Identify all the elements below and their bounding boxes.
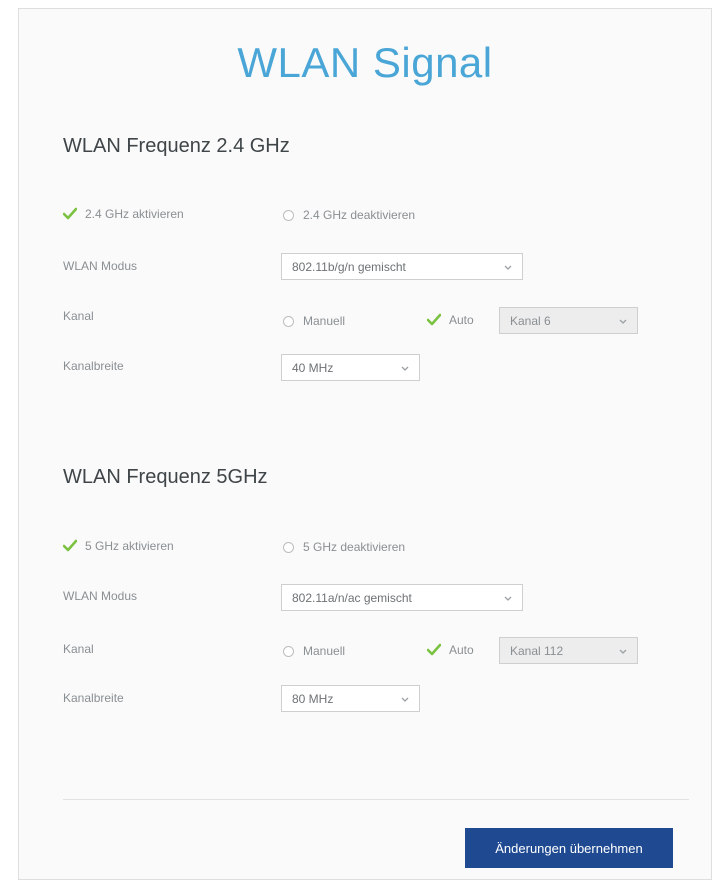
- enable-24ghz-label: 2.4 GHz aktivieren: [85, 207, 184, 221]
- channel-manual-24ghz[interactable]: Manuell: [283, 314, 345, 328]
- disable-5ghz-option[interactable]: 5 GHz deaktivieren: [283, 540, 405, 554]
- channel-manual-label-24ghz: Manuell: [303, 314, 346, 328]
- chevron-down-icon: [619, 649, 627, 654]
- mode-select-24ghz[interactable]: 802.11b/g/n gemischt: [281, 253, 523, 280]
- disable-5ghz-label: 5 GHz deaktivieren: [303, 540, 406, 554]
- section-title-5ghz: WLAN Frequenz 5GHz: [63, 466, 268, 488]
- channel-manual-5ghz[interactable]: Manuell: [283, 644, 345, 658]
- channel-label-5ghz: Kanal: [63, 642, 94, 656]
- disable-24ghz-option[interactable]: 2.4 GHz deaktivieren: [283, 208, 415, 222]
- channel-auto-label-24ghz: Auto: [449, 313, 474, 327]
- width-value-5ghz: 80 MHz: [292, 691, 334, 706]
- channel-value-5ghz: Kanal 112: [510, 643, 564, 658]
- check-icon: [63, 539, 77, 552]
- section-title-24ghz: WLAN Frequenz 2.4 GHz: [63, 135, 290, 157]
- enable-5ghz-option[interactable]: 5 GHz aktivieren: [63, 539, 174, 553]
- footer-divider: [63, 799, 689, 800]
- radio-empty-icon: [283, 645, 294, 657]
- channel-label-24ghz: Kanal: [63, 309, 94, 323]
- enable-5ghz-label: 5 GHz aktivieren: [85, 539, 174, 553]
- mode-value-24ghz: 802.11b/g/n gemischt: [292, 259, 406, 274]
- width-value-24ghz: 40 MHz: [292, 360, 334, 375]
- width-label-24ghz: Kanalbreite: [63, 359, 124, 373]
- chevron-down-icon: [619, 319, 627, 324]
- channel-select-24ghz[interactable]: Kanal 6: [499, 307, 638, 334]
- radio-empty-icon: [283, 315, 294, 327]
- channel-value-24ghz: Kanal 6: [510, 313, 551, 328]
- chevron-down-icon: [401, 697, 409, 702]
- page-title: WLAN Signal: [237, 39, 493, 86]
- check-icon: [427, 643, 441, 656]
- wlan-signal-panel: WLAN Signal WLAN Frequenz 2.4 GHz 2.4 GH…: [18, 8, 712, 880]
- mode-select-5ghz[interactable]: 802.11a/n/ac gemischt: [281, 584, 523, 611]
- apply-changes-button[interactable]: Änderungen übernehmen: [465, 828, 673, 868]
- width-select-24ghz[interactable]: 40 MHz: [281, 354, 420, 381]
- disable-24ghz-label: 2.4 GHz deaktivieren: [303, 208, 416, 222]
- mode-label-24ghz: WLAN Modus: [63, 259, 138, 273]
- channel-manual-label-5ghz: Manuell: [303, 644, 346, 658]
- mode-label-5ghz: WLAN Modus: [63, 589, 138, 603]
- radio-empty-icon: [283, 209, 294, 221]
- radio-empty-icon: [283, 541, 294, 553]
- width-select-5ghz[interactable]: 80 MHz: [281, 685, 420, 712]
- channel-auto-24ghz[interactable]: Auto: [427, 313, 474, 327]
- channel-select-5ghz[interactable]: Kanal 112: [499, 637, 638, 664]
- check-icon: [63, 207, 77, 220]
- width-label-5ghz: Kanalbreite: [63, 691, 124, 705]
- enable-24ghz-option[interactable]: 2.4 GHz aktivieren: [63, 207, 184, 221]
- channel-auto-label-5ghz: Auto: [449, 643, 474, 657]
- chevron-down-icon: [401, 366, 409, 371]
- mode-value-5ghz: 802.11a/n/ac gemischt: [292, 590, 412, 605]
- chevron-down-icon: [504, 265, 512, 270]
- check-icon: [427, 313, 441, 326]
- channel-auto-5ghz[interactable]: Auto: [427, 643, 474, 657]
- chevron-down-icon: [504, 596, 512, 601]
